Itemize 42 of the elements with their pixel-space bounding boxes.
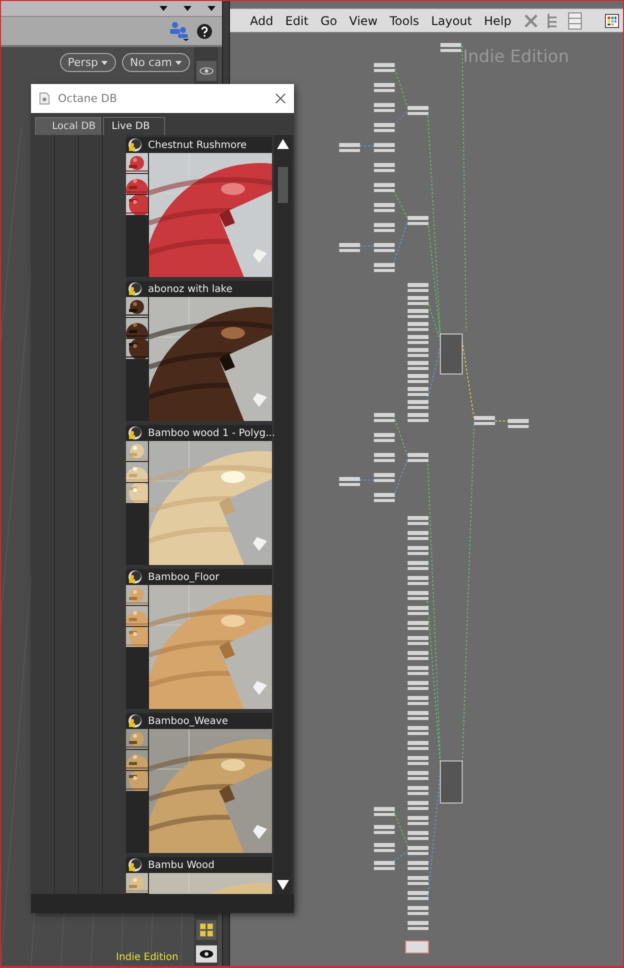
list-icon[interactable] [567, 12, 584, 30]
material-header[interactable]: Bamboo wood 1 - Polyg... [126, 425, 272, 441]
caret-icon[interactable] [159, 6, 168, 11]
menu-item[interactable]: Go [314, 14, 344, 28]
close-icon[interactable] [275, 93, 286, 104]
edition-label: Indie Edition [116, 952, 178, 963]
caret-icon[interactable] [183, 6, 192, 11]
material-header[interactable]: Chestnut Rushmore [126, 137, 272, 153]
scroll-down-icon[interactable] [277, 880, 289, 890]
menu-item[interactable]: Help [478, 14, 518, 28]
caret-icon [175, 60, 182, 64]
window-title: Octane DB [58, 92, 118, 105]
eye-icon[interactable] [196, 944, 216, 964]
user-badge-icon [128, 858, 142, 872]
material-header[interactable]: Bamboo_Weave [126, 713, 272, 729]
menu-item[interactable]: Layout [425, 14, 478, 28]
eye-icon[interactable] [196, 61, 216, 81]
grid-view-icon[interactable] [196, 920, 216, 940]
user-badge-icon [128, 426, 142, 440]
color-palette-icon[interactable] [605, 14, 619, 28]
menu-item[interactable]: Add [244, 14, 280, 28]
document-icon [39, 92, 50, 105]
tab[interactable]: Local DB [35, 117, 101, 135]
user-badge-icon [128, 570, 142, 584]
scrollbar[interactable] [274, 135, 292, 894]
help-icon[interactable] [197, 24, 212, 38]
material-header[interactable]: Bamboo_Floor [126, 569, 272, 585]
camera-dropdown[interactable]: Persp [60, 53, 116, 72]
user-badge-icon [128, 282, 142, 296]
caret-icon [101, 60, 108, 64]
scroll-up-icon[interactable] [277, 139, 289, 149]
user-badge-icon [128, 138, 142, 152]
material-header[interactable]: abonoz with lake [126, 281, 272, 297]
tools-icon[interactable] [523, 12, 540, 30]
menu-item[interactable]: Edit [279, 14, 314, 28]
user-badge-icon [128, 714, 142, 728]
menu-item[interactable]: View [343, 14, 384, 28]
tab[interactable]: Live DB [102, 117, 165, 135]
camera-dropdown[interactable]: No cam [122, 53, 190, 72]
scroll-thumb[interactable] [278, 167, 288, 203]
menu-item[interactable]: Tools [384, 14, 426, 28]
caret-icon[interactable] [207, 6, 216, 11]
